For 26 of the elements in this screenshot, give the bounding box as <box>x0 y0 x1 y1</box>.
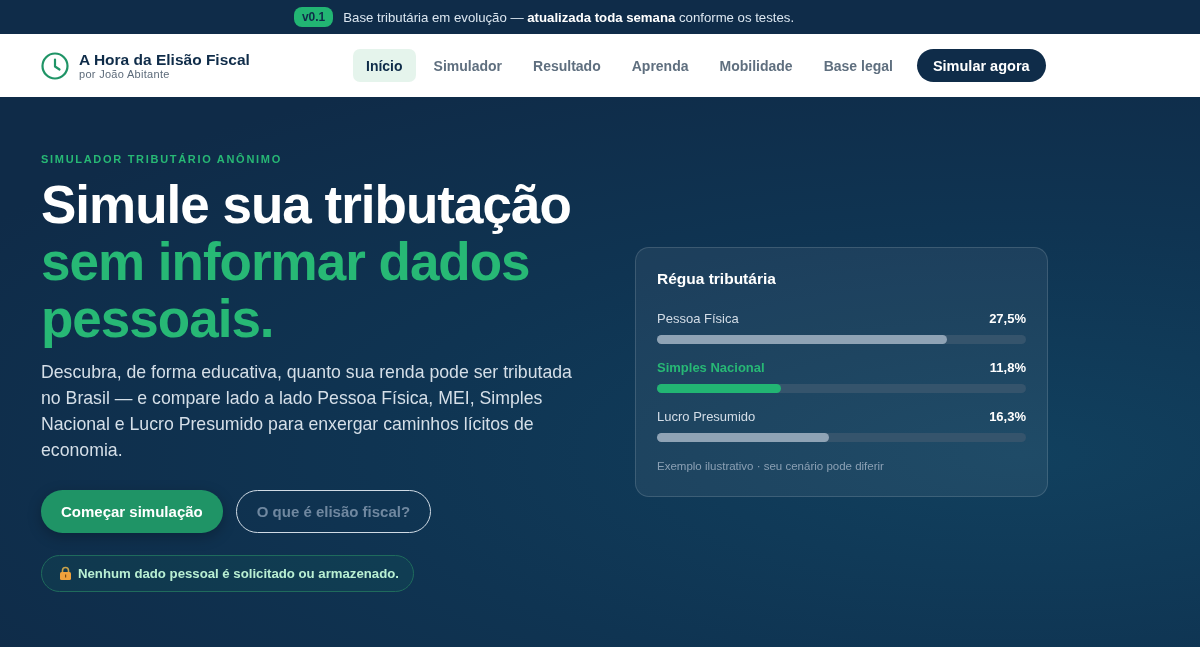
padlock-icon <box>59 566 72 580</box>
privacy-text: Nenhum dado pessoal é solicitado ou armazenado. <box>78 565 399 581</box>
card-title: Régua tributária <box>657 270 777 288</box>
headline-text: Simule sua tributação <box>41 175 572 233</box>
nav-link[interactable]: Resultado <box>520 49 614 82</box>
site-title: A Hora da Elisão Fiscal <box>79 50 250 68</box>
regime-label: Lucro Presumido <box>657 409 756 424</box>
nav-link[interactable]: Início <box>353 49 416 82</box>
regime-label: Simples Nacional <box>657 360 765 375</box>
rate-value: 27,5% <box>989 311 1026 326</box>
site-subtitle: por João Abitante <box>79 67 171 81</box>
nav-link[interactable]: Simulador <box>420 49 516 82</box>
rate-value: 16,3% <box>989 409 1026 424</box>
clock-icon <box>41 51 69 80</box>
version-badge: v0.1 <box>293 7 334 27</box>
regime-label: Pessoa Física <box>657 311 739 326</box>
banner-message: Base tributária em evolução — atualizada toda semana conforme os testes. <box>343 9 795 25</box>
hero-description: Descubra, de forma educativa, quanto sua renda pode ser tributada no Brasil — e compare lado a lado Pessoa Física, MEI, Simples Nacional e Lucro Presumido para enxergar caminhos lícitos de economia. <box>41 360 573 462</box>
eyebrow-label: SIMULADOR TRIBUTÁRIO ANÔNIMO <box>41 152 283 166</box>
card-footnote: Exemplo ilustrativo · seu cenário pode diferir <box>657 460 885 472</box>
simulate-now-button[interactable]: Simular agora <box>916 49 1046 82</box>
rate-value: 11,8% <box>989 360 1026 375</box>
start-simulation-button[interactable]: Começar simulação <box>41 489 223 533</box>
nav-link[interactable]: Mobilidade <box>706 49 806 82</box>
nav-link[interactable]: Aprenda <box>618 49 702 82</box>
nav-link[interactable]: Base legal <box>810 49 906 82</box>
